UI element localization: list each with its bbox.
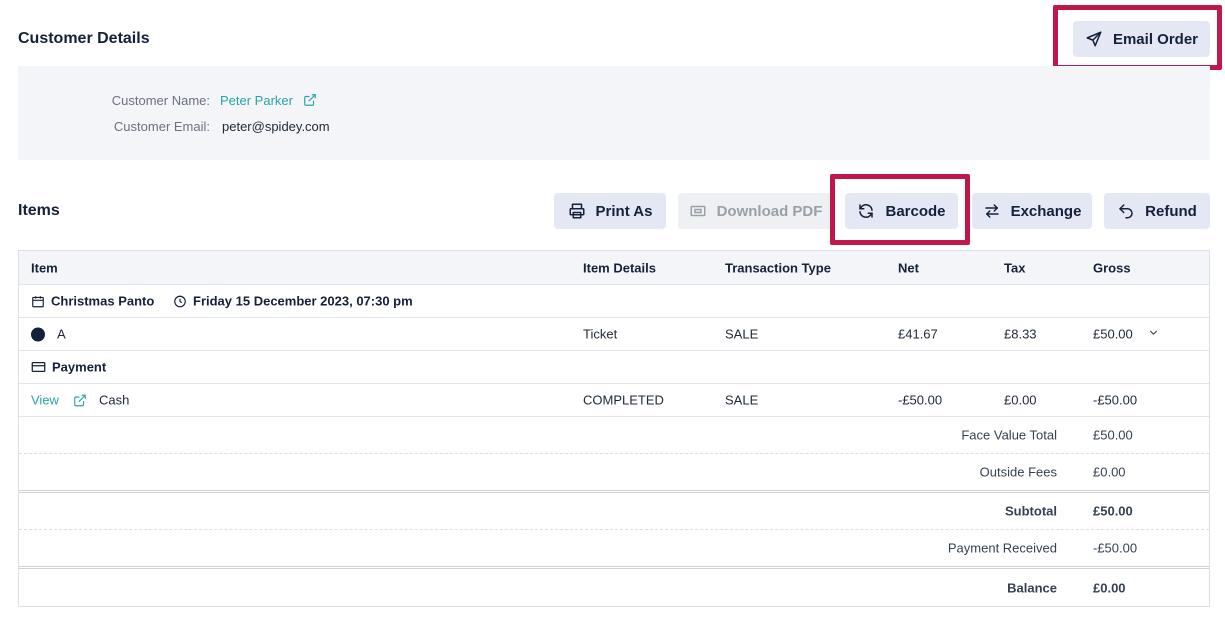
outside-fees: £0.00	[1093, 464, 1126, 480]
outside-fees-label: Outside Fees	[979, 464, 1057, 480]
seat-dot-icon	[31, 327, 45, 341]
ticket-net: £41.67	[898, 326, 938, 342]
barcode-highlight	[830, 174, 970, 245]
ticket-gross: £50.00	[1093, 326, 1133, 342]
payment-net: -£50.00	[898, 392, 943, 408]
event-datetime: Friday 15 December 2023, 07:30 pm	[173, 294, 413, 309]
download-pdf-button[interactable]: Download PDF	[678, 193, 833, 229]
payment-received-label: Payment Received	[947, 540, 1057, 556]
col-net: Net	[898, 260, 919, 275]
customer-name-label: Customer Name:	[111, 93, 210, 108]
undo-icon	[1119, 204, 1133, 219]
event-group-row: Christmas Panto Friday 15 December 2023,…	[19, 285, 1209, 318]
external-link-icon[interactable]	[303, 93, 317, 107]
ticket-icon	[690, 205, 706, 217]
face-value-label: Face Value Total	[961, 427, 1057, 443]
calendar-icon	[32, 295, 44, 307]
col-item-details: Item Details	[583, 260, 656, 275]
exchange-icon	[984, 204, 999, 218]
download-pdf-label: Download PDF	[716, 202, 823, 220]
ticket-item-text: A	[57, 326, 66, 342]
view-payment-link[interactable]: View	[31, 393, 59, 408]
event-name: Christmas Panto	[31, 294, 154, 309]
payment-method: Cash	[98, 392, 130, 408]
print-as-button[interactable]: Print As	[554, 193, 666, 229]
exchange-label: Exchange	[1010, 202, 1082, 220]
payment-group-row: Payment	[19, 351, 1209, 384]
refund-label: Refund	[1145, 202, 1197, 220]
ticket-item: A	[31, 327, 66, 342]
printer-icon	[569, 203, 585, 219]
summary-outside-fees-row: Outside Fees £0.00	[19, 454, 1209, 493]
col-transaction-type: Transaction Type	[725, 260, 831, 275]
summary-balance-row: Balance £0.00	[19, 569, 1209, 606]
summary-subtotal-row: Subtotal £50.00	[19, 493, 1209, 530]
payment-item: View Cash	[31, 393, 129, 408]
items-title: Items	[18, 202, 60, 219]
payment-type: SALE	[725, 392, 759, 408]
payment-group: Payment	[31, 360, 106, 375]
payment-received: -£50.00	[1093, 540, 1138, 556]
event-datetime-text: Friday 15 December 2023, 07:30 pm	[193, 293, 413, 309]
payment-details: COMPLETED	[583, 392, 664, 408]
customer-details-title: Customer Details	[18, 30, 150, 47]
balance-label: Balance	[1007, 580, 1057, 595]
payment-gross: -£50.00	[1093, 392, 1138, 408]
col-item: Item	[31, 260, 58, 275]
credit-card-icon	[31, 362, 46, 372]
exchange-button[interactable]: Exchange	[972, 193, 1092, 229]
customer-name-value[interactable]: Peter Parker	[220, 93, 293, 108]
external-link-icon[interactable]	[73, 393, 87, 407]
table-row: View Cash COMPLETED SALE -£50.00 £0.00 -…	[19, 384, 1209, 417]
summary-face-value-row: Face Value Total £50.00	[19, 417, 1209, 454]
summary-payment-received-row: Payment Received -£50.00	[19, 530, 1209, 569]
payment-group-text: Payment	[52, 359, 107, 375]
table-row: A Ticket SALE £41.67 £8.33 £50.00	[19, 318, 1209, 351]
table-header: Item Item Details Transaction Type Net T…	[19, 251, 1209, 285]
print-as-label: Print As	[595, 202, 653, 220]
subtotal: £50.00	[1093, 503, 1133, 519]
items-table: Item Item Details Transaction Type Net T…	[18, 250, 1210, 607]
email-order-highlight	[1053, 5, 1222, 70]
ticket-type: SALE	[725, 326, 759, 342]
face-value: £50.00	[1093, 427, 1133, 443]
subtotal-label: Subtotal	[1005, 503, 1057, 519]
expand-chevron-icon[interactable]	[1147, 326, 1160, 342]
clock-icon	[174, 295, 186, 307]
ticket-details: Ticket	[583, 326, 618, 342]
col-gross: Gross	[1093, 260, 1131, 275]
customer-email-label: Customer Email:	[113, 119, 210, 134]
customer-name-link[interactable]: Peter Parker	[220, 93, 317, 108]
customer-email-value: peter@spidey.com	[222, 119, 330, 134]
ticket-tax: £8.33	[1004, 326, 1037, 342]
customer-info-panel: Customer Name: Peter Parker Customer Ema…	[18, 66, 1210, 160]
balance: £0.00	[1093, 580, 1126, 595]
payment-tax: £0.00	[1004, 392, 1037, 408]
refund-button[interactable]: Refund	[1104, 193, 1210, 229]
col-tax: Tax	[1004, 260, 1026, 275]
event-name-text: Christmas Panto	[51, 293, 155, 309]
